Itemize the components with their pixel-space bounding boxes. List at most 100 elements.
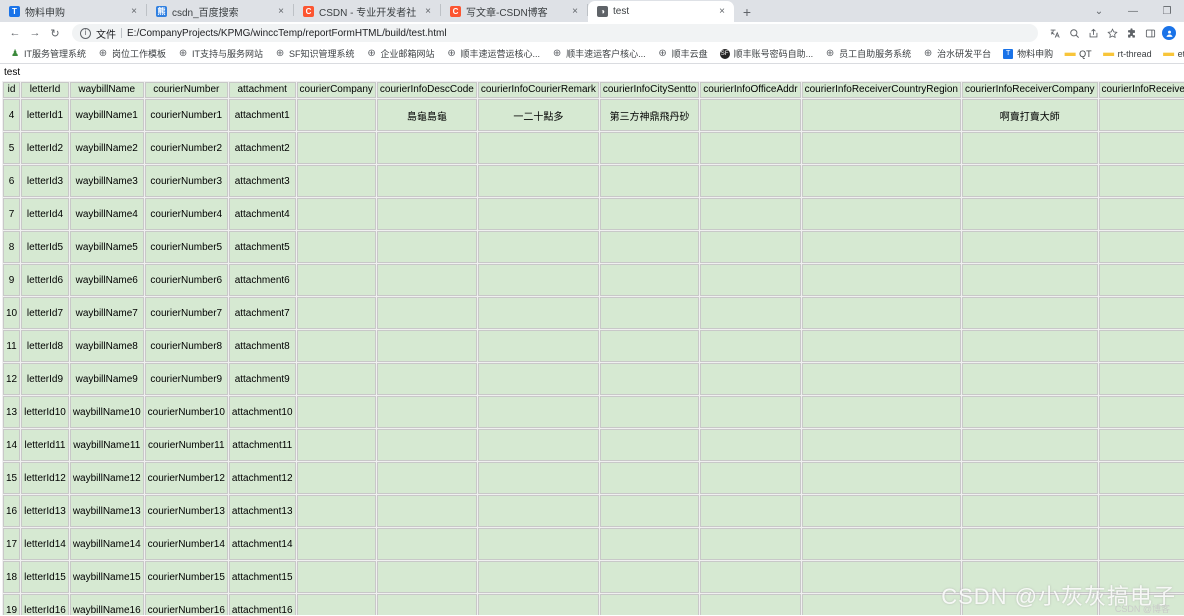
browser-tab-1[interactable]: 熊 csdn_百度搜索 × — [147, 1, 293, 22]
bookmark-item-0[interactable]: ♟ IT服务管理系统 — [4, 45, 92, 63]
extensions-icon[interactable] — [1122, 24, 1140, 42]
bookmark-item-12[interactable]: ▬ QT — [1059, 45, 1098, 63]
bookmark-item-4[interactable]: ⊕ 企业邮箱网站 — [361, 45, 441, 63]
cell-waybillName: waybillName1 — [69, 99, 144, 131]
bookmarks-bar: ♟ IT服务管理系统 ⊕ 岗位工作模板 ⊕ IT支持与服务网站 ⊕ SF知识管理系统 ⊕ 企业邮箱… — [0, 44, 1184, 64]
search-icon[interactable] — [1065, 24, 1083, 42]
side-panel-icon[interactable] — [1141, 24, 1159, 42]
cell-courierInfoReceiverCountryRegion — [801, 165, 961, 197]
forward-icon[interactable]: → — [26, 24, 44, 42]
cell-courierInfoReceiverContact — [1098, 462, 1184, 494]
toolbar-right-icons — [1046, 24, 1178, 42]
cell-attachment: attachment7 — [228, 297, 296, 329]
cell-courierInfoDescCode — [376, 495, 477, 527]
tab-title: CSDN - 专业开发者社区 — [319, 8, 417, 19]
column-header-courierInfoDescCode: courierInfoDescCode — [376, 82, 477, 98]
bookmark-item-6[interactable]: ⊕ 顺丰速运客户核心... — [546, 45, 652, 63]
table-row: 11 letterId8 waybillName8 courierNumber8 att… — [3, 330, 1184, 362]
csdn-icon: C — [303, 6, 314, 17]
cell-courierInfoReceiverContact — [1098, 165, 1184, 197]
cell-courierInfoReceiverContact — [1098, 231, 1184, 263]
cell-courierInfoOfficeAddr — [700, 297, 801, 329]
browser-tab-4[interactable]: ◑ test × — [588, 1, 734, 22]
tab-close-icon[interactable]: × — [422, 6, 434, 18]
table-row: 15 letterId12 waybillName12 courierNumber12… — [3, 462, 1184, 494]
cell-courierNumber: courierNumber14 — [144, 528, 228, 560]
browser-tab-3[interactable]: C 写文章-CSDN博客 × — [441, 1, 587, 22]
cell-courierInfoCourierRemark — [477, 594, 599, 615]
cell-courierInfoOfficeAddr — [700, 99, 801, 131]
cell-letterId: letterId4 — [21, 198, 69, 230]
cell-courierInfoDescCode — [376, 396, 477, 428]
cell-courierCompany — [296, 561, 376, 593]
browser-tab-2[interactable]: C CSDN - 专业开发者社区 × — [294, 1, 440, 22]
cell-letterId: letterId13 — [21, 495, 69, 527]
tab-close-icon[interactable]: × — [275, 6, 287, 18]
cell-courierInfoReceiverCountryRegion — [801, 99, 961, 131]
bookmark-item-7[interactable]: ⊕ 顺丰云盘 — [652, 45, 714, 63]
bookmark-label: rt-thread — [1117, 48, 1152, 59]
bookmark-item-2[interactable]: ⊕ IT支持与服务网站 — [172, 45, 269, 63]
bookmark-item-5[interactable]: ⊕ 顺丰速运营运核心... — [441, 45, 547, 63]
cell-courierInfoReceiverCountryRegion — [801, 495, 961, 527]
cell-attachment: attachment3 — [228, 165, 296, 197]
cell-attachment: attachment14 — [228, 528, 296, 560]
tab-close-icon[interactable]: × — [569, 6, 581, 18]
new-tab-button[interactable]: + — [734, 1, 760, 22]
cell-courierInfoDescCode — [376, 561, 477, 593]
cell-courierInfoReceiverCompany — [962, 462, 1098, 494]
bookmark-item-14[interactable]: ▬etherCAT — [1158, 45, 1184, 63]
cell-courierCompany — [296, 363, 376, 395]
cell-courierInfoOfficeAddr — [700, 462, 801, 494]
bookmark-item-1[interactable]: ⊕ 岗位工作模板 — [92, 45, 172, 63]
url-text[interactable]: E:/CompanyProjects/KPMG/winccTemp/report… — [127, 28, 1030, 39]
cell-courierInfoDescCode — [376, 231, 477, 263]
cell-courierInfoDescCode — [376, 132, 477, 164]
cell-waybillName: waybillName15 — [69, 561, 144, 593]
globe-icon: ⊕ — [98, 47, 108, 59]
cell-courierCompany — [296, 198, 376, 230]
cell-courierInfoOfficeAddr — [700, 528, 801, 560]
cell-courierInfoDescCode — [376, 165, 477, 197]
bookmark-item-8[interactable]: SF 顺丰账号密码自助... — [714, 45, 820, 63]
globe-icon: ⊕ — [658, 47, 667, 59]
cell-courierInfoOfficeAddr — [700, 495, 801, 527]
cell-courierInfoOfficeAddr — [700, 198, 801, 230]
window-maximize-button[interactable]: ❐ — [1150, 0, 1184, 22]
reload-icon[interactable]: ↻ — [46, 24, 64, 42]
bookmark-label: 企业邮箱网站 — [380, 49, 435, 59]
globe-icon: ⊕ — [178, 47, 188, 59]
bookmark-item-11[interactable]: T 物料申购 — [997, 45, 1059, 63]
cell-courierNumber: courierNumber15 — [144, 561, 228, 593]
bookmark-label: 物料申购 — [1017, 49, 1054, 59]
bookmark-item-10[interactable]: ⊕ 治水研发平台 — [917, 45, 997, 63]
bookmark-label: IT服务管理系统 — [24, 49, 86, 59]
browser-tab-0[interactable]: T 物料申购 × — [0, 1, 146, 22]
cell-courierInfoDescCode — [376, 363, 477, 395]
cell-courierNumber: courierNumber7 — [144, 297, 228, 329]
cell-id: 17 — [3, 528, 21, 560]
profile-avatar[interactable] — [1160, 24, 1178, 42]
cell-courierInfoCourierRemark — [477, 429, 599, 461]
share-icon[interactable] — [1084, 24, 1102, 42]
bookmark-item-13[interactable]: ▬ rt-thread — [1098, 45, 1158, 63]
window-restore-button[interactable]: ⌄ — [1082, 0, 1116, 22]
cell-courierInfoCitySentto — [599, 429, 700, 461]
cell-courierInfoCitySentto — [599, 396, 700, 428]
cell-courierInfoCourierRemark — [477, 330, 599, 362]
cell-courierInfoReceiverCountryRegion — [801, 264, 961, 296]
cell-attachment: attachment12 — [228, 462, 296, 494]
bookmark-star-icon[interactable] — [1103, 24, 1121, 42]
translate-icon[interactable] — [1046, 24, 1064, 42]
bookmark-item-3[interactable]: ⊕ SF知识管理系统 — [269, 45, 361, 63]
back-icon[interactable]: ← — [6, 24, 24, 42]
address-bar[interactable]: i 文件 E:/CompanyProjects/KPMG/winccTemp/r… — [72, 24, 1038, 42]
window-minimize-button[interactable]: — — [1116, 0, 1150, 22]
cell-courierInfoReceiverContact — [1098, 99, 1184, 131]
cell-courierInfoDescCode — [376, 198, 477, 230]
bookmark-item-9[interactable]: ⊕ 员工自助服务系统 — [819, 45, 917, 63]
tab-close-icon[interactable]: × — [128, 6, 140, 18]
cell-courierInfoReceiverCompany — [962, 396, 1098, 428]
page-info-icon[interactable]: i — [80, 27, 91, 39]
tab-close-icon[interactable]: × — [716, 6, 728, 18]
